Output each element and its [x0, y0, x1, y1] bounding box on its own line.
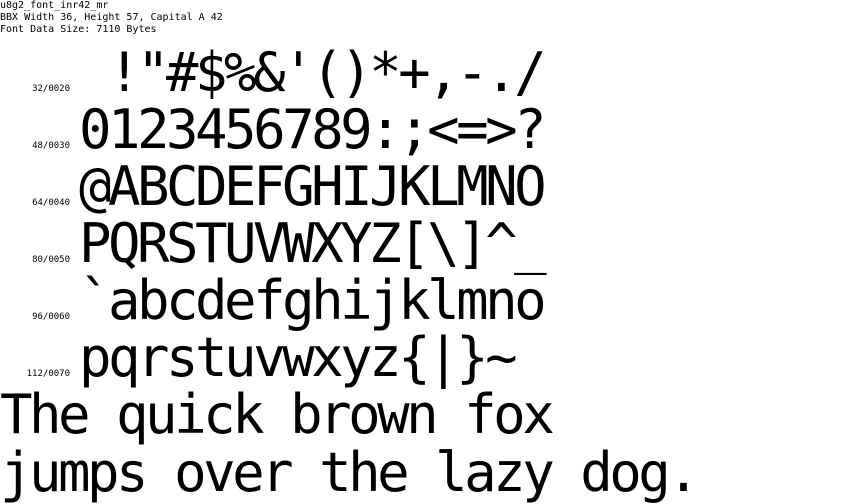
row-glyphs: !"#$%&'()*+,-./ [79, 41, 547, 104]
row-glyphs: PQRSTUVWXYZ[\]^_ [79, 212, 547, 275]
font-name: u8g2_font_inr42_mr [0, 0, 109, 11]
row-glyphs: 0123456789:;<=>? [79, 98, 547, 161]
row-code-label: 48/0030 [32, 141, 70, 151]
font-data-size: Font Data Size: 7110 Bytes [0, 24, 157, 35]
row-code-label: 96/0060 [32, 312, 70, 322]
sample-line-1: The quick brown fox [0, 383, 555, 446]
row-code-label: 32/0020 [32, 84, 70, 94]
row-glyphs: `abcdefghijklmno [79, 269, 547, 332]
row-code-label: 80/0050 [32, 255, 70, 265]
row-glyphs: @ABCDEFGHIJKLMNO [79, 155, 547, 218]
row-code-label: 64/0040 [32, 198, 70, 208]
row-code-label: 112/0070 [26, 369, 70, 379]
row-glyphs: pqrstuvwxyz{|}~ [79, 326, 518, 389]
sample-line-2: jumps over the lazy dog. [0, 441, 700, 504]
bbx-info: BBX Width 36, Height 57, Capital A 42 [0, 12, 223, 23]
